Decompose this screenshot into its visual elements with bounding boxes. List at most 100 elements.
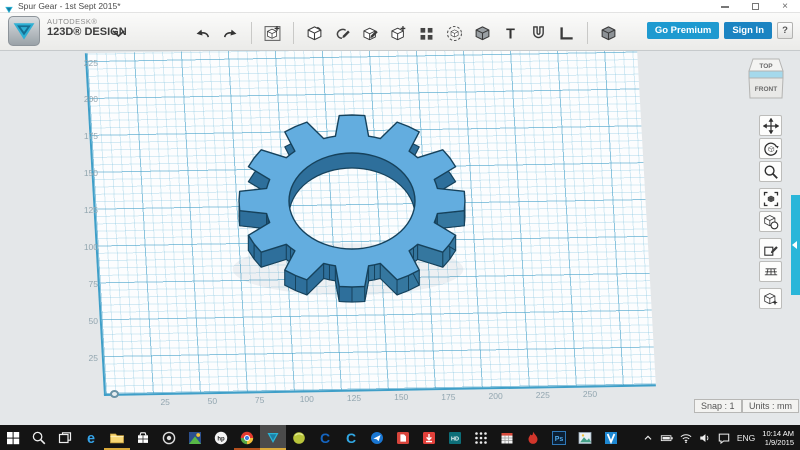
taskbar-calendar-button[interactable] <box>494 425 520 450</box>
app-menu-logo[interactable] <box>8 16 40 46</box>
text-button[interactable]: T <box>500 23 521 44</box>
taskbar-hd-app-button[interactable]: HD <box>442 425 468 450</box>
material-icon <box>763 291 779 307</box>
units-setting[interactable]: Units : mm <box>742 399 800 413</box>
grid-display-icon <box>763 264 779 280</box>
snap-button[interactable] <box>528 23 549 44</box>
tray-wifi-button[interactable] <box>677 425 696 450</box>
view-style-button[interactable] <box>759 211 782 232</box>
group-button[interactable] <box>444 23 465 44</box>
sign-in-button[interactable]: Sign In <box>724 22 772 39</box>
redo-icon <box>222 25 239 42</box>
tray-chevron-up-button[interactable] <box>639 425 658 450</box>
taskbar-photos-button[interactable] <box>182 425 208 450</box>
share-icon <box>369 430 385 446</box>
transform-button[interactable] <box>304 23 325 44</box>
chevron-up-icon <box>641 431 655 445</box>
main-toolbar: T <box>192 20 619 46</box>
orbit-button[interactable] <box>759 138 782 159</box>
svg-text:hp: hp <box>217 436 225 442</box>
taskbar-search-button[interactable] <box>26 425 52 450</box>
taskbar-camera-button[interactable] <box>156 425 182 450</box>
pattern-button[interactable] <box>416 23 437 44</box>
volume-icon <box>698 431 712 445</box>
orbit-icon <box>763 141 779 157</box>
combine-icon <box>474 25 491 42</box>
flame-icon <box>525 430 541 446</box>
undo-icon <box>194 25 211 42</box>
minimize-button[interactable] <box>718 1 732 13</box>
zoom-button[interactable] <box>759 161 782 182</box>
ribbon: AUTODESK® 123D® DESIGN T Go Premium Sign… <box>0 13 800 51</box>
language-indicator[interactable]: ENG <box>734 433 758 443</box>
undo-button[interactable] <box>192 23 213 44</box>
taskbar-apps-grid-button[interactable] <box>468 425 494 450</box>
grid-display-button[interactable] <box>759 261 782 282</box>
group-icon <box>446 25 463 42</box>
taskbar-123d-design-button[interactable] <box>260 425 286 450</box>
clock[interactable]: 10:14 AM 1/9/2015 <box>758 429 800 447</box>
add-button[interactable] <box>388 23 409 44</box>
taskbar-pdf-button[interactable] <box>390 425 416 450</box>
help-button[interactable]: ? <box>777 22 793 39</box>
pattern-icon <box>418 25 435 42</box>
taskbar-download-button[interactable] <box>416 425 442 450</box>
taskbar-share-button[interactable] <box>364 425 390 450</box>
primitives-button[interactable] <box>262 23 283 44</box>
view-cube[interactable]: TOP FRONT <box>744 56 788 104</box>
calendar-icon <box>499 430 515 446</box>
viewcube-front-label: FRONT <box>755 86 777 93</box>
redo-button[interactable] <box>220 23 241 44</box>
snap-setting[interactable]: Snap : 1 <box>694 399 742 413</box>
add-icon <box>390 25 407 42</box>
taskbar-v-app-button[interactable] <box>598 425 624 450</box>
taskbar-chrome-button[interactable] <box>234 425 260 450</box>
restore-button[interactable] <box>748 1 762 13</box>
snap-icon <box>530 25 547 42</box>
taskbar-start-button[interactable] <box>0 425 26 450</box>
side-panel-handle[interactable] <box>791 195 800 295</box>
combine-button[interactable] <box>472 23 493 44</box>
task-view-icon <box>57 430 73 446</box>
tray-battery-button[interactable] <box>658 425 677 450</box>
taskbar-task-view-button[interactable] <box>52 425 78 450</box>
primitives-icon <box>264 25 281 42</box>
app-menu-chevron-icon[interactable] <box>112 25 125 43</box>
fit-button[interactable] <box>759 188 782 209</box>
taskbar-image-viewer-button[interactable] <box>572 425 598 450</box>
go-premium-button[interactable]: Go Premium <box>646 22 720 39</box>
taskbar-sphere-button[interactable] <box>286 425 312 450</box>
taskbar: e hp C C HD Ps ENG 10:14 AM 1/9/2015 <box>0 425 800 450</box>
camera-icon <box>161 430 177 446</box>
viewport[interactable]: 225 200 175 150 125 100 75 50 25 25 50 75 100 125 150 1… <box>0 51 800 425</box>
tray-volume-button[interactable] <box>696 425 715 450</box>
sketch-edit-button[interactable] <box>759 238 782 259</box>
draw-button[interactable] <box>360 23 381 44</box>
toolbar-separator <box>587 22 588 44</box>
taskbar-edge-button[interactable]: e <box>78 425 104 450</box>
123d-design-icon <box>265 430 281 446</box>
sketch-button[interactable] <box>332 23 353 44</box>
v-app-icon <box>603 430 619 446</box>
taskbar-hp-button[interactable]: hp <box>208 425 234 450</box>
viewcube-top-label: TOP <box>759 63 773 70</box>
tray-notification-button[interactable] <box>715 425 734 450</box>
print-button[interactable] <box>598 23 619 44</box>
taskbar-c-app-light-button[interactable]: C <box>338 425 364 450</box>
wifi-icon <box>679 431 693 445</box>
sketch-edit-icon <box>763 241 779 257</box>
measure-button[interactable] <box>556 23 577 44</box>
spur-gear-model[interactable] <box>0 51 800 425</box>
photos-icon <box>187 430 203 446</box>
taskbar-flame-button[interactable] <box>520 425 546 450</box>
pan-button[interactable] <box>759 115 782 136</box>
taskbar-photoshop-button[interactable]: Ps <box>546 425 572 450</box>
photoshop-icon: Ps <box>551 430 567 446</box>
close-button[interactable]: × <box>778 1 792 13</box>
file-explorer-icon <box>109 430 125 446</box>
taskbar-file-explorer-button[interactable] <box>104 425 130 450</box>
material-button[interactable] <box>759 288 782 309</box>
taskbar-store-button[interactable] <box>130 425 156 450</box>
taskbar-c-app-button[interactable]: C <box>312 425 338 450</box>
search-icon <box>31 430 47 446</box>
